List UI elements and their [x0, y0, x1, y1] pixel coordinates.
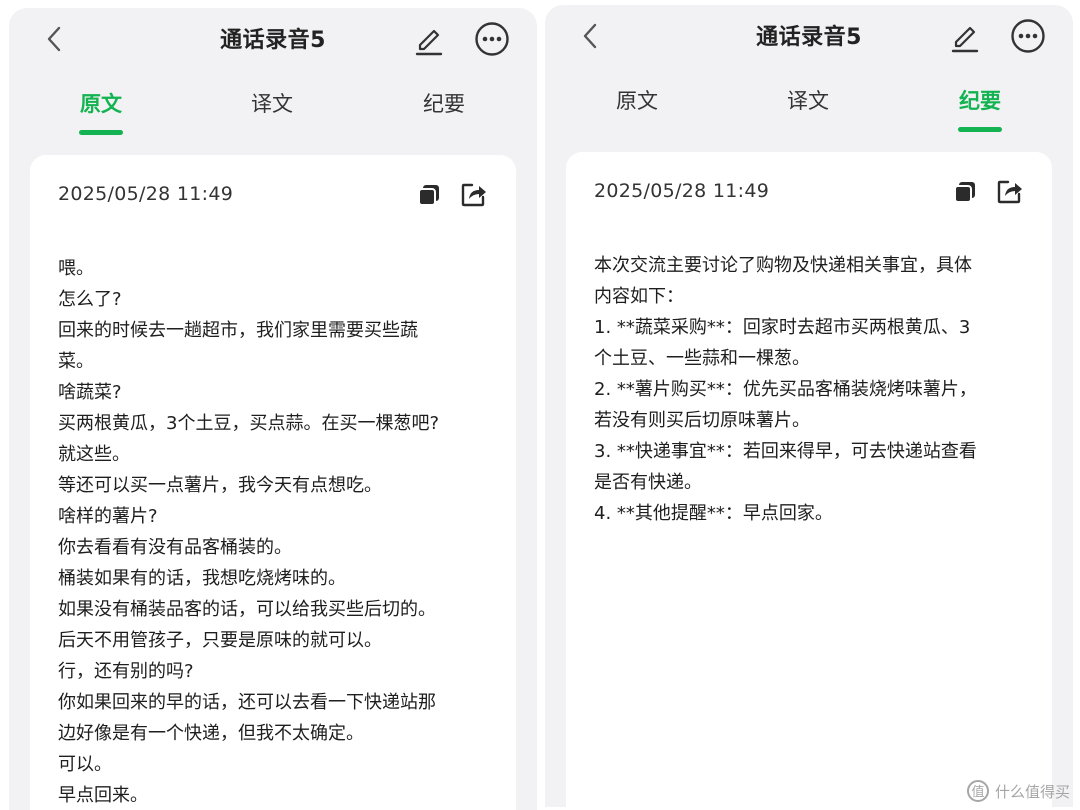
text-line: 啥蔬菜? [58, 382, 122, 403]
summary-card: 2025/05/28 11:49 本次交流主要讨论了购物及快递相关事宜，具体 内容… [566, 152, 1052, 807]
edit-icon [415, 29, 443, 56]
transcript-text: 喂。怎么了? 回来的时候去一趟超市，我们家里需要买些蔬 菜。啥蔬菜? 买两根黄瓜，3个… [58, 253, 492, 810]
copy-icon [954, 182, 975, 203]
text-line: 1. **蔬菜采购**：回家时去超市买两根黄瓜、3 [594, 317, 971, 338]
copy-button[interactable] [952, 179, 978, 205]
more-button[interactable] [474, 21, 510, 57]
transcript-card: 2025/05/28 11:49 喂。怎么了? 回来的时候去一趟超市，我们家里需要… [30, 155, 516, 810]
header: 通话录音5 [545, 5, 1073, 67]
share-icon [997, 180, 1022, 204]
edit-button[interactable] [413, 22, 445, 56]
text-line: 后天不用管孩子，只要是原味的就可以。 [58, 630, 382, 651]
more-icon [1011, 19, 1045, 53]
tab-original[interactable]: 原文 [46, 88, 156, 135]
tab-summary[interactable]: 纪要 [925, 85, 1035, 132]
summary-text: 本次交流主要讨论了购物及快递相关事宜，具体 内容如下： 1. **蔬菜采购**：回家… [594, 250, 1028, 529]
text-line: 怎么了? [58, 289, 122, 310]
timestamp: 2025/05/28 11:49 [594, 180, 770, 202]
text-line: 是否有快递。 [594, 472, 702, 493]
tab-label: 纪要 [959, 89, 1001, 113]
text-line: 等还可以买一点薯片，我今天有点想吃。 [58, 475, 382, 496]
tab-bar: 原文 译文 纪要 [9, 82, 537, 142]
text-line: 买两根黄瓜，3个土豆，买点蒜。在买一棵葱吧? [58, 413, 440, 434]
text-line: 你去看看有没有品客桶装的。 [58, 537, 292, 558]
share-button[interactable] [460, 180, 488, 208]
tab-active-indicator [79, 130, 123, 135]
watermark-logo: 值 [966, 780, 989, 802]
tab-label: 译文 [251, 92, 293, 116]
text-line: 桶装如果有的话，我想吃烧烤味的。 [58, 568, 346, 589]
more-icon [475, 22, 509, 56]
edit-icon [951, 26, 979, 53]
tab-label: 译文 [787, 89, 829, 113]
page-title: 通话录音5 [220, 28, 326, 53]
text-line: 若没有则买后切原味薯片。 [594, 410, 810, 431]
tab-summary[interactable]: 纪要 [389, 88, 499, 118]
header: 通话录音5 [9, 8, 537, 70]
tab-label: 原文 [616, 89, 658, 113]
page-title: 通话录音5 [756, 25, 862, 50]
copy-button[interactable] [416, 182, 442, 208]
share-button[interactable] [996, 177, 1024, 205]
share-icon [461, 183, 486, 207]
text-line: 行，还有别的吗? [58, 661, 194, 682]
timestamp: 2025/05/28 11:49 [58, 183, 234, 205]
text-line: 4. **其他提醒**：早点回家。 [594, 503, 833, 524]
text-line: 早点回来。 [58, 785, 148, 806]
text-line: 本次交流主要讨论了购物及快递相关事宜，具体 [594, 255, 972, 276]
text-line: 你如果回来的早的话，还可以去看一下快递站那 [58, 692, 436, 713]
transcript-panel: 通话录音5 原文 译文 纪要 2025/05/28 11:49 喂。怎么了? 回来… [9, 8, 537, 810]
tab-original[interactable]: 原文 [582, 85, 692, 115]
text-line: 喂。 [58, 258, 94, 279]
tab-active-indicator [958, 127, 1002, 132]
watermark: 值 什么值得买 [966, 780, 1070, 802]
edit-button[interactable] [949, 19, 981, 53]
summary-panel: 通话录音5 原文 译文 纪要 2025/05/28 11:49 本次交流主要讨论… [545, 5, 1073, 807]
text-line: 3. **快递事宜**：若回来得早，可去快递站查看 [594, 441, 977, 462]
text-line: 个土豆、一些蒜和一棵葱。 [594, 348, 810, 369]
text-line: 啥样的薯片? [58, 506, 158, 527]
text-line: 边好像是有一个快递，但我不太确定。 [58, 723, 364, 744]
text-line: 可以。 [58, 754, 112, 775]
tab-label: 纪要 [423, 92, 465, 116]
watermark-text: 什么值得买 [994, 782, 1070, 801]
more-button[interactable] [1010, 18, 1046, 54]
copy-icon [418, 185, 439, 206]
text-line: 内容如下： [594, 286, 684, 307]
tab-label: 原文 [80, 92, 122, 116]
tab-translation[interactable]: 译文 [217, 88, 327, 118]
text-line: 如果没有桶装品客的话，可以给我买些后切的。 [58, 599, 436, 620]
text-line: 2. **薯片购买**：优先买品客桶装烧烤味薯片， [594, 379, 977, 400]
text-line: 菜。 [58, 351, 94, 372]
tab-translation[interactable]: 译文 [753, 85, 863, 115]
text-line: 回来的时候去一趟超市，我们家里需要买些蔬 [58, 320, 418, 341]
text-line: 就这些。 [58, 444, 130, 465]
tab-bar: 原文 译文 纪要 [545, 79, 1073, 139]
